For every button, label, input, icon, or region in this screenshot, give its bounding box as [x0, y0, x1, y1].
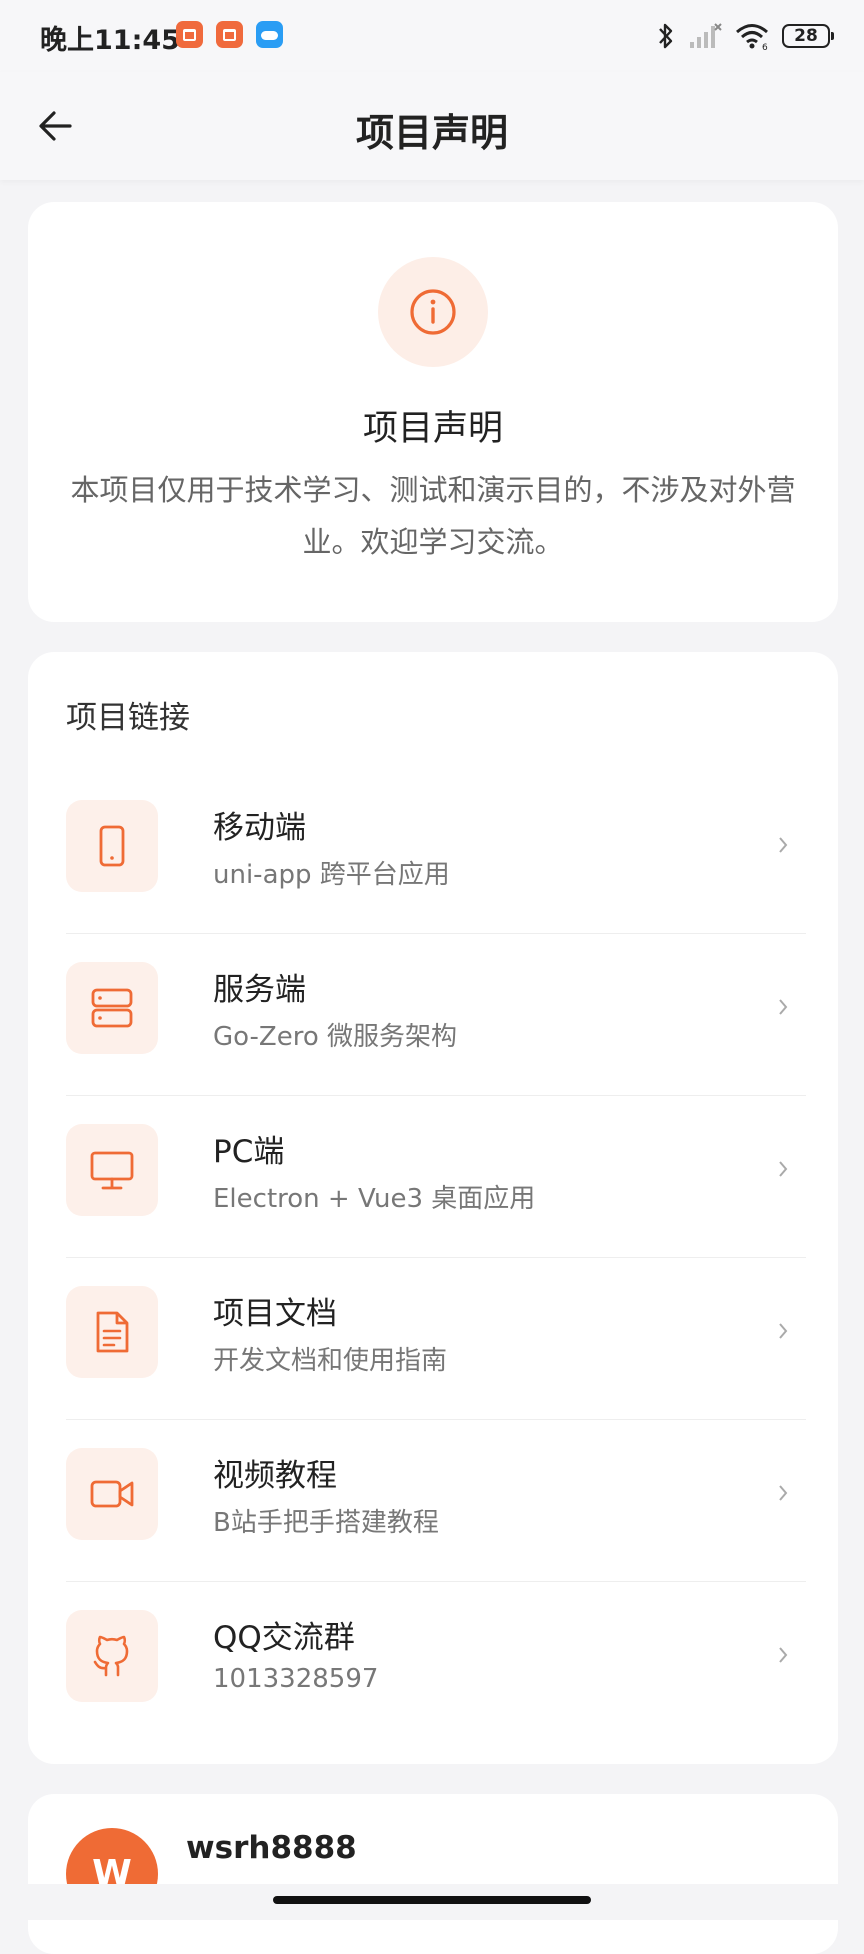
- author-name: wsrh8888: [186, 1830, 357, 1866]
- link-title: 服务端: [213, 972, 306, 1008]
- notice-card: 项目声明 本项目仅用于技术学习、测试和演示目的，不涉及对外营业。欢迎学习交流。: [28, 202, 838, 622]
- link-subtitle: B站手把手搭建教程: [213, 1508, 439, 1538]
- github-icon: [93, 1635, 129, 1677]
- link-item-pc[interactable]: PC端 Electron + Vue3 桌面应用: [66, 1096, 806, 1258]
- chevron-right-icon: [779, 837, 788, 853]
- link-item-server[interactable]: 服务端 Go-Zero 微服务架构: [66, 934, 806, 1096]
- chevron-right-icon: [779, 1485, 788, 1501]
- link-title: 移动端: [213, 810, 306, 846]
- link-item-mobile[interactable]: 移动端 uni-app 跨平台应用: [66, 772, 806, 934]
- chevron-right-icon: [779, 1647, 788, 1663]
- link-item-qq-group[interactable]: QQ交流群 1013328597: [66, 1582, 806, 1744]
- home-indicator[interactable]: [273, 1896, 591, 1904]
- status-bar: 晚上11:45 6 28: [0, 0, 864, 72]
- mobile-icon: [99, 825, 125, 867]
- signal-icon: [690, 23, 722, 48]
- link-subtitle: uni-app 跨平台应用: [213, 860, 450, 890]
- link-icon-badge: [66, 800, 158, 892]
- notice-text: 本项目仅用于技术学习、测试和演示目的，不涉及对外营业。欢迎学习交流。: [70, 473, 796, 559]
- chevron-right-icon: [779, 1161, 788, 1177]
- page-title: 项目声明: [355, 111, 508, 155]
- author-card[interactable]: W wsrh8888: [28, 1794, 838, 1954]
- link-subtitle: 开发文档和使用指南: [213, 1346, 448, 1376]
- app-notification-icon: [176, 21, 203, 48]
- bluetooth-icon: [659, 23, 673, 49]
- project-links-card: 项目链接 移动端 uni-app 跨平台应用 服务端 Go-Zero 微服务架构…: [28, 652, 838, 1764]
- chevron-right-icon: [779, 999, 788, 1015]
- monitor-icon: [90, 1151, 134, 1190]
- wifi-icon: 6: [736, 24, 768, 51]
- link-icon-badge: [66, 1610, 158, 1702]
- status-time: 晚上11:45: [40, 25, 180, 56]
- svg-text:6: 6: [762, 43, 768, 51]
- server-icon: [91, 988, 133, 1028]
- link-subtitle: 1013328597: [213, 1664, 379, 1694]
- notice-icon-badge: [378, 257, 488, 367]
- link-list: 移动端 uni-app 跨平台应用 服务端 Go-Zero 微服务架构 PC端 …: [66, 772, 806, 1744]
- link-title: 项目文档: [213, 1296, 337, 1332]
- battery-indicator: 28: [782, 24, 834, 48]
- notice-title: 项目声明: [362, 409, 503, 449]
- video-icon: [90, 1480, 134, 1508]
- link-icon-badge: [66, 1124, 158, 1216]
- app-notification-icon: [216, 21, 243, 48]
- chevron-right-icon: [779, 1323, 788, 1339]
- link-title: PC端: [213, 1134, 285, 1170]
- link-subtitle: Electron + Vue3 桌面应用: [213, 1184, 536, 1214]
- nav-bar: 项目声明: [0, 72, 864, 180]
- cloud-notification-icon: [256, 21, 283, 48]
- link-title: 视频教程: [213, 1458, 337, 1494]
- link-item-video[interactable]: 视频教程 B站手把手搭建教程: [66, 1420, 806, 1582]
- section-title: 项目链接: [66, 700, 190, 736]
- link-icon-badge: [66, 1448, 158, 1540]
- link-icon-badge: [66, 1286, 158, 1378]
- link-item-docs[interactable]: 项目文档 开发文档和使用指南: [66, 1258, 806, 1420]
- link-icon-badge: [66, 962, 158, 1054]
- link-subtitle: Go-Zero 微服务架构: [213, 1022, 458, 1052]
- document-icon: [96, 1311, 129, 1353]
- link-title: QQ交流群: [213, 1620, 355, 1656]
- info-icon: [410, 289, 456, 335]
